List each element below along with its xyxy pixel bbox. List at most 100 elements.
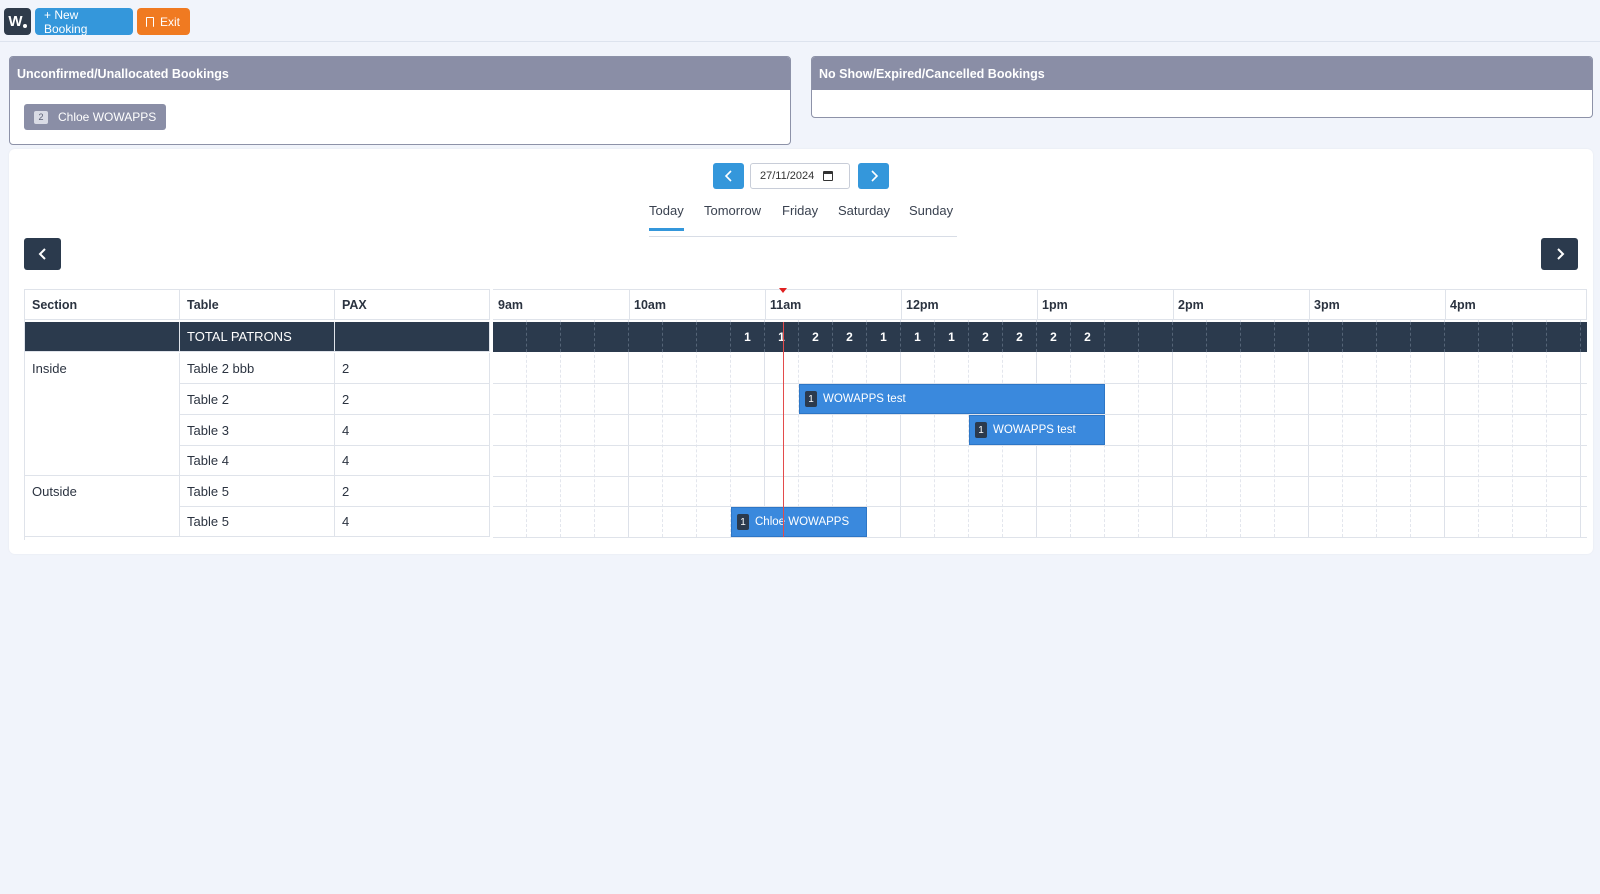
- row-divider: [493, 445, 1587, 446]
- noshow-panel-title: No Show/Expired/Cancelled Bookings: [812, 57, 1592, 90]
- timeline-slot: [1309, 320, 1343, 537]
- total-patrons-cell: [527, 322, 561, 352]
- app-logo[interactable]: W: [4, 8, 31, 35]
- timeline-slot: [1241, 320, 1275, 537]
- row-divider: [493, 476, 1587, 477]
- table-name: Table 5: [180, 507, 335, 537]
- hour-label: 11am: [770, 298, 802, 312]
- hour-label: 9am: [498, 298, 524, 312]
- top-bar: W + New Booking Exit: [0, 0, 1600, 42]
- header-section: Section: [25, 289, 180, 320]
- booking-count-badge: 1: [975, 422, 987, 438]
- chip-count-badge: 2: [34, 110, 48, 124]
- unconfirmed-booking-chip[interactable]: 2 Chloe WOWAPPS: [24, 104, 167, 130]
- table-pax: 2: [335, 384, 490, 415]
- exit-label: Exit: [160, 14, 181, 29]
- timeline-slot: [1377, 320, 1411, 537]
- header-table: Table: [180, 289, 335, 320]
- totals-spacer: [25, 322, 180, 352]
- table-pax: 4: [335, 507, 490, 537]
- total-patrons-cell: 2: [1037, 322, 1071, 352]
- hour-label: 1pm: [1042, 298, 1068, 312]
- total-patrons-cell: [493, 322, 527, 352]
- totals-pax-spacer: [335, 322, 490, 352]
- hour-divider: [901, 289, 902, 320]
- total-patrons-cell: [595, 322, 629, 352]
- total-patrons-cell: [1173, 322, 1207, 352]
- exit-button[interactable]: Exit: [137, 8, 190, 35]
- tab-sunday[interactable]: Sunday: [909, 203, 953, 218]
- total-patrons-cell: 2: [1071, 322, 1105, 352]
- timeline-slot: [493, 320, 527, 537]
- total-patrons-cell: [629, 322, 663, 352]
- total-patrons-cell: [1513, 322, 1547, 352]
- timeline-slot: [731, 320, 765, 537]
- booking-name: Chloe WOWAPPS: [755, 516, 850, 528]
- hour-divider: [1445, 289, 1446, 320]
- timeline-slot: [629, 320, 663, 537]
- timeline-slot: [527, 320, 561, 537]
- timeline-slot: [1105, 320, 1139, 537]
- next-date-button[interactable]: [858, 163, 889, 189]
- noshow-bookings-panel: No Show/Expired/Cancelled Bookings: [811, 56, 1593, 118]
- timeline-slot: [595, 320, 629, 537]
- total-patrons-label: TOTAL PATRONS: [180, 322, 335, 352]
- date-input[interactable]: 27/11/2024: [750, 163, 850, 189]
- current-time-marker: [779, 288, 788, 293]
- timeline-slot: [935, 320, 969, 537]
- section-inside: Inside: [25, 353, 180, 476]
- hour-divider: [1037, 289, 1038, 320]
- chevron-left-icon: [724, 170, 732, 182]
- timeline-slot: [663, 320, 697, 537]
- calendar-icon[interactable]: [823, 171, 834, 181]
- booking-block[interactable]: 1 WOWAPPS test: [969, 415, 1105, 445]
- table-name: Table 4: [180, 446, 335, 476]
- total-patrons-cell: 2: [799, 322, 833, 352]
- exit-icon: [146, 16, 154, 27]
- tab-saturday[interactable]: Saturday: [838, 203, 890, 218]
- tab-friday[interactable]: Friday: [782, 203, 818, 218]
- scroll-left-button[interactable]: [24, 238, 61, 270]
- row-divider: [493, 506, 1587, 507]
- scroll-right-button[interactable]: [1541, 238, 1578, 270]
- timeline-slot: [799, 320, 833, 537]
- total-patrons-cell: [1139, 322, 1173, 352]
- tab-today[interactable]: Today: [649, 203, 684, 231]
- total-patrons-cell: 1: [901, 322, 935, 352]
- timeline-slot: [1479, 320, 1513, 537]
- timeline: 9am 10am 11am 12pm 1pm 2pm 3pm 4pm 1 1 2 2 1 1 1 2 2 2 2 1 W…: [493, 288, 1587, 538]
- hour-label: 3pm: [1314, 298, 1340, 312]
- prev-date-button[interactable]: [713, 163, 744, 189]
- table-pax: 4: [335, 415, 490, 446]
- total-patrons-cell: 1: [867, 322, 901, 352]
- booking-name: WOWAPPS test: [993, 424, 1076, 436]
- chevron-right-icon: [1556, 248, 1564, 260]
- timeline-slot: [1173, 320, 1207, 537]
- total-patrons-cell: [1445, 322, 1479, 352]
- timeline-slot: [867, 320, 901, 537]
- total-patrons-cell: [1377, 322, 1411, 352]
- timeline-slot: [1139, 320, 1173, 537]
- timeline-slot: [1513, 320, 1547, 537]
- booking-block[interactable]: 1 Chloe WOWAPPS: [731, 507, 867, 537]
- row-divider: [493, 537, 1587, 538]
- chip-name: Chloe WOWAPPS: [58, 110, 157, 124]
- total-patrons-cell: 1: [731, 322, 765, 352]
- booking-count-badge: 1: [737, 514, 749, 530]
- current-time-line: [783, 322, 785, 537]
- total-patrons-cell: 2: [969, 322, 1003, 352]
- total-patrons-cell: [1411, 322, 1445, 352]
- hour-divider: [1309, 289, 1310, 320]
- new-booking-button[interactable]: + New Booking: [35, 8, 133, 36]
- logo-text: W: [8, 13, 22, 30]
- table-name: Table 2 bbb: [180, 353, 335, 384]
- booking-block[interactable]: 1 WOWAPPS test: [799, 384, 1105, 414]
- booking-count-badge: 1: [805, 391, 817, 407]
- section-outside: Outside: [25, 476, 180, 537]
- table-name: Table 5: [180, 476, 335, 507]
- total-patrons-cell: [1309, 322, 1343, 352]
- timeline-slot: [1445, 320, 1479, 537]
- hour-label: 10am: [634, 298, 666, 312]
- tab-tomorrow[interactable]: Tomorrow: [704, 203, 761, 218]
- total-patrons-cell: [1241, 322, 1275, 352]
